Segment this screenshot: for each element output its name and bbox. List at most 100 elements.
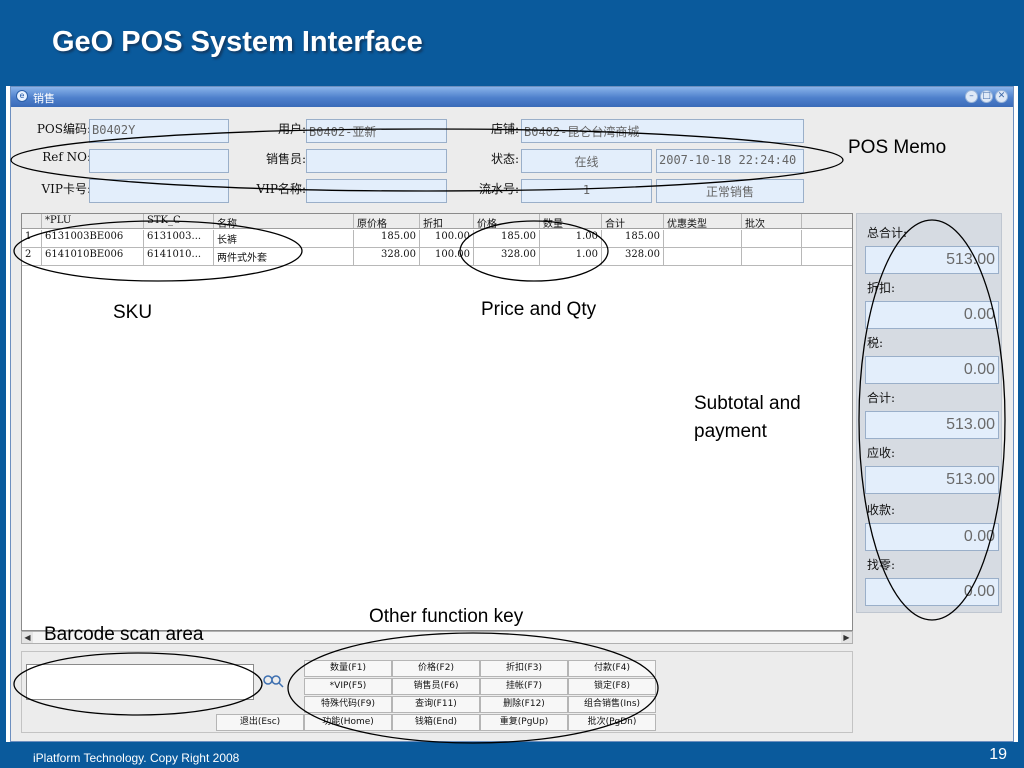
- maximize-icon[interactable]: □: [980, 90, 993, 103]
- grid-header-cell[interactable]: 名称: [214, 214, 354, 228]
- salesperson-label: 销售员:: [265, 152, 306, 166]
- store-label: 店铺:: [490, 122, 519, 136]
- grid-header-cell[interactable]: 批次: [742, 214, 802, 228]
- total-cell: 185.00: [602, 230, 664, 247]
- totals-panel: 总合计: 513.00 折扣: 0.00 税: 0.00 合计: 513.00 …: [856, 213, 1002, 613]
- slide-border-left: [0, 86, 6, 742]
- stk-cell: 6141010...: [144, 248, 214, 265]
- discount-value: 0.00: [865, 301, 999, 329]
- scroll-right-icon[interactable]: ▶: [841, 632, 852, 643]
- grid-header-cell[interactable]: STK_C: [144, 214, 214, 228]
- combo-sale-ins-button[interactable]: 组合销售(Ins): [568, 696, 656, 713]
- subtotal-annotation-line2: payment: [694, 421, 767, 442]
- grid-header-row: *PLU STK_C 名称 原价格 折扣 价格 数量 合计 优惠类型 批次: [22, 214, 852, 229]
- discount-f3-button[interactable]: 折扣(F3): [480, 660, 568, 677]
- row-index-cell: 1: [22, 230, 42, 247]
- grid-header-cell[interactable]: 数量: [540, 214, 602, 228]
- user-field[interactable]: B0402-亚新: [306, 119, 447, 143]
- row-index-cell: 2: [22, 248, 42, 265]
- stk-cell: 6131003...: [144, 230, 214, 247]
- name-cell: 长裤: [214, 230, 354, 247]
- slide-title: GeO POS System Interface: [52, 26, 423, 58]
- batch-cell: [742, 248, 802, 265]
- sale-mode-field: 正常销售: [656, 179, 804, 203]
- subtotal-label: 合计:: [867, 391, 896, 405]
- grid-header-cell[interactable]: *PLU: [42, 214, 144, 228]
- query-f11-button[interactable]: 查询(F11): [392, 696, 480, 713]
- grid-header-cell[interactable]: 价格: [474, 214, 540, 228]
- tax-value: 0.00: [865, 356, 999, 384]
- delete-f12-button[interactable]: 删除(F12): [480, 696, 568, 713]
- footer-copyright: iPlatform Technology. Copy Right 2008: [33, 751, 240, 765]
- exit-esc-button[interactable]: 退出(Esc): [216, 714, 304, 731]
- app-icon: e: [16, 90, 28, 102]
- ref-no-field[interactable]: [89, 149, 229, 173]
- header-panel: POS编码: B0402Y 用户: B0402-亚新 店铺: B0402-昆仑台…: [19, 114, 1003, 210]
- price-cell: 328.00: [474, 248, 540, 265]
- original-price-cell: 328.00: [354, 248, 420, 265]
- pos-code-label: POS编码:: [36, 122, 91, 136]
- ref-no-label: Ref NO:: [42, 150, 91, 164]
- salesperson-f6-button[interactable]: 销售员(F6): [392, 678, 480, 695]
- subtotal-annotation-line1: Subtotal and: [694, 393, 801, 414]
- qty-f1-button[interactable]: 数量(F1): [304, 660, 392, 677]
- cash-drawer-end-button[interactable]: 钱箱(End): [392, 714, 480, 731]
- window-titlebar[interactable]: e 销售 – □ ✕: [11, 87, 1013, 107]
- discount-label: 折扣:: [867, 281, 896, 295]
- payment-f4-button[interactable]: 付款(F4): [568, 660, 656, 677]
- plu-cell: 6141010BE006: [42, 248, 144, 265]
- salesperson-field[interactable]: [306, 149, 447, 173]
- user-label: 用户:: [277, 122, 306, 136]
- vip-f5-button[interactable]: *VIP(F5): [304, 678, 392, 695]
- table-row[interactable]: 1 6131003BE006 6131003... 长裤 185.00 100.…: [22, 230, 852, 248]
- total-cell: 328.00: [602, 248, 664, 265]
- window-title: 销售: [33, 92, 55, 105]
- discount-cell: 100.00: [420, 248, 474, 265]
- receivable-value: 513.00: [865, 466, 999, 494]
- function-panel: 数量(F1) 价格(F2) 折扣(F3) 付款(F4) *VIP(F5) 销售员…: [21, 651, 853, 733]
- batch-cell: [742, 230, 802, 247]
- grid-header-cell[interactable]: [22, 214, 42, 228]
- repeat-pgup-button[interactable]: 重复(PgUp): [480, 714, 568, 731]
- grid-header-cell[interactable]: 优惠类型: [664, 214, 742, 228]
- special-code-f9-button[interactable]: 特殊代码(F9): [304, 696, 392, 713]
- price-f2-button[interactable]: 价格(F2): [392, 660, 480, 677]
- vip-card-field[interactable]: [89, 179, 229, 203]
- hold-f7-button[interactable]: 挂帐(F7): [480, 678, 568, 695]
- grand-total-value: 513.00: [865, 246, 999, 274]
- table-row[interactable]: 2 6141010BE006 6141010... 两件式外套 328.00 1…: [22, 248, 852, 266]
- scroll-left-icon[interactable]: ◀: [22, 632, 33, 643]
- grand-total-label: 总合计:: [867, 226, 908, 240]
- close-icon[interactable]: ✕: [995, 90, 1008, 103]
- grid-header-cell[interactable]: 合计: [602, 214, 664, 228]
- barcode-annotation: Barcode scan area: [44, 624, 204, 645]
- serial-field: 1: [521, 179, 652, 203]
- minimize-icon[interactable]: –: [965, 90, 978, 103]
- original-price-cell: 185.00: [354, 230, 420, 247]
- batch-pgdn-button[interactable]: 批次(PgDn): [568, 714, 656, 731]
- function-home-button[interactable]: 功能(Home): [304, 714, 392, 731]
- grid-header-cell[interactable]: 折扣: [420, 214, 474, 228]
- function-key-annotation: Other function key: [369, 606, 524, 627]
- price-cell: 185.00: [474, 230, 540, 247]
- grid-header-cell[interactable]: 原价格: [354, 214, 420, 228]
- vip-name-field[interactable]: [306, 179, 447, 203]
- discount-cell: 100.00: [420, 230, 474, 247]
- name-cell: 两件式外套: [214, 248, 354, 265]
- serial-label: 流水号:: [478, 182, 519, 196]
- pos-code-field[interactable]: B0402Y: [89, 119, 229, 143]
- store-field[interactable]: B0402-昆仑台湾商城: [521, 119, 804, 143]
- status-field: 在线: [521, 149, 652, 173]
- promo-type-cell: [664, 230, 742, 247]
- vip-name-label: VIP名称:: [256, 182, 306, 196]
- lock-f8-button[interactable]: 锁定(F8): [568, 678, 656, 695]
- change-label: 找零:: [867, 558, 896, 572]
- received-value: 0.00: [865, 523, 999, 551]
- barcode-scan-input[interactable]: [26, 664, 254, 700]
- search-icon[interactable]: [262, 672, 284, 688]
- plu-cell: 6131003BE006: [42, 230, 144, 247]
- qty-cell: 1.00: [540, 230, 602, 247]
- slide-border-right: [1018, 86, 1024, 742]
- change-value: 0.00: [865, 578, 999, 606]
- receivable-label: 应收:: [867, 446, 896, 460]
